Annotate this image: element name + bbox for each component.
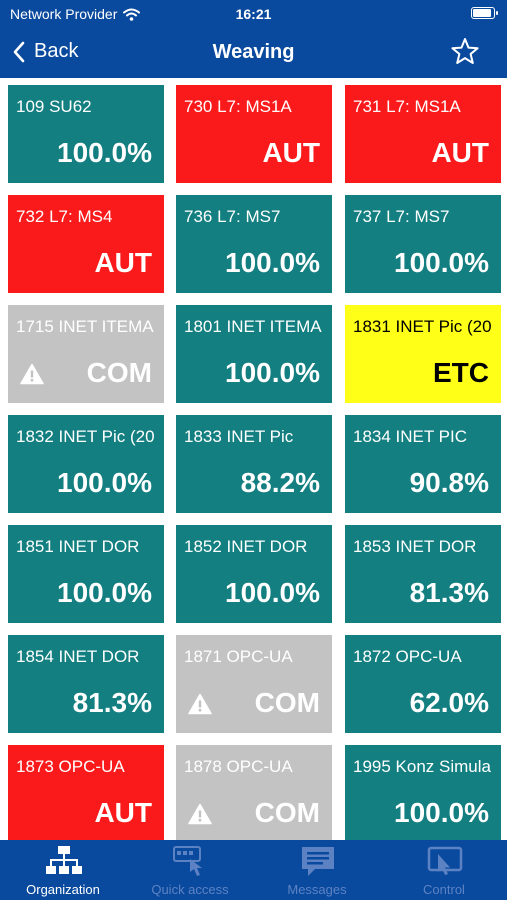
messages-icon (302, 847, 334, 876)
organization-chart-icon (46, 846, 82, 874)
machine-name: 1871 OPC-UA (184, 647, 293, 666)
star-icon[interactable] (449, 36, 481, 68)
machine-value: COM (254, 797, 320, 828)
chevron-left-icon (13, 41, 25, 62)
tab-bar: Organization Quick access Messages Contr… (0, 840, 507, 900)
machine-value: 100.0% (225, 247, 320, 278)
machine-value: 62.0% (409, 687, 489, 718)
tab-control[interactable]: Control (381, 840, 507, 900)
machine-tile[interactable]: 1871 OPC-UA COM (176, 635, 332, 733)
machine-value: 81.3% (409, 577, 489, 608)
machine-name: 1831 INET Pic (20 (353, 317, 492, 336)
back-label: Back (34, 40, 79, 62)
warning-icon (188, 693, 212, 715)
machine-name: 1852 INET DOR (184, 537, 308, 556)
machine-name: 109 SU62 (16, 97, 92, 116)
machine-name: 1878 OPC-UA (184, 757, 293, 776)
tab-label: Messages (287, 882, 347, 897)
machine-tile[interactable]: 1715 INET ITEMA COM (8, 305, 164, 403)
machine-value: COM (254, 687, 320, 718)
quick-access-icon (173, 846, 202, 876)
machine-value: 100.0% (57, 577, 152, 608)
machine-tile[interactable]: 1832 INET Pic (20 100.0% (8, 415, 164, 513)
warning-icon (188, 803, 212, 825)
machine-value: 88.2% (240, 467, 320, 498)
machine-tile[interactable]: 736 L7: MS7 100.0% (176, 195, 332, 293)
machine-tile[interactable]: 737 L7: MS7 100.0% (345, 195, 501, 293)
machine-name: 1872 OPC-UA (353, 647, 462, 666)
battery-level (473, 9, 491, 17)
machine-name: 1834 INET PIC (353, 427, 468, 446)
tab-label: Quick access (151, 882, 229, 897)
machine-value: ETC (433, 357, 489, 388)
machine-value: AUT (94, 247, 152, 278)
battery-icon (471, 7, 498, 19)
tab-label: Control (423, 882, 465, 897)
machine-tile[interactable]: 1831 INET Pic (20 ETC (345, 305, 501, 403)
machine-name: 732 L7: MS4 (16, 207, 113, 226)
machine-tile[interactable]: 1852 INET DOR 100.0% (176, 525, 332, 623)
machine-name: 1854 INET DOR (16, 647, 140, 666)
machine-name: 1873 OPC-UA (16, 757, 125, 776)
machine-tile[interactable]: 1872 OPC-UA 62.0% (345, 635, 501, 733)
machine-tile[interactable]: 1873 OPC-UA AUT (8, 745, 164, 840)
machine-value: 100.0% (57, 137, 152, 168)
machine-tile[interactable]: 1853 INET DOR 81.3% (345, 525, 501, 623)
tab-quick-access[interactable]: Quick access (127, 840, 253, 900)
machine-tile[interactable]: 1833 INET Pic 88.2% (176, 415, 332, 513)
machine-value: 90.8% (409, 467, 489, 498)
machine-name: 1833 INET Pic (184, 427, 294, 446)
machine-name: 1832 INET Pic (20 (16, 427, 155, 446)
nav-bar: Back Weaving (0, 28, 507, 78)
machine-name: 1851 INET DOR (16, 537, 140, 556)
tab-organization[interactable]: Organization (0, 840, 126, 900)
back-button[interactable]: Back (12, 40, 78, 63)
machine-value: 100.0% (225, 357, 320, 388)
machine-tile[interactable]: 730 L7: MS1A AUT (176, 85, 332, 183)
machine-tile[interactable]: 1878 OPC-UA COM (176, 745, 332, 840)
machine-name: 1801 INET ITEMA (184, 317, 322, 336)
machine-value: AUT (431, 137, 489, 168)
machine-name: 731 L7: MS1A (353, 97, 461, 116)
status-time: 16:21 (235, 6, 272, 22)
machine-name: 1715 INET ITEMA (16, 317, 154, 336)
machine-value: 100.0% (57, 467, 152, 498)
tab-label: Organization (26, 882, 100, 897)
machine-value: 81.3% (72, 687, 152, 718)
machine-name: 736 L7: MS7 (184, 207, 281, 226)
machine-name: 737 L7: MS7 (353, 207, 450, 226)
machine-tile[interactable]: 1995 Konz Simula 100.0% (345, 745, 501, 840)
machine-tile[interactable]: 1801 INET ITEMA 100.0% (176, 305, 332, 403)
machine-value: AUT (94, 797, 152, 828)
machine-name: 1995 Konz Simula (353, 757, 491, 776)
machine-tile[interactable]: 731 L7: MS1A AUT (345, 85, 501, 183)
machine-value: COM (86, 357, 152, 388)
machine-value: 100.0% (225, 577, 320, 608)
machine-grid: 109 SU62 100.0% 730 L7: MS1A AUT 731 L7: MS1… (0, 78, 507, 840)
machine-tile[interactable]: 732 L7: MS4 AUT (8, 195, 164, 293)
machine-value: AUT (262, 137, 320, 168)
control-icon (427, 846, 463, 875)
machine-tile[interactable]: 1854 INET DOR 81.3% (8, 635, 164, 733)
machine-tile[interactable]: 109 SU62 100.0% (8, 85, 164, 183)
machine-value: 100.0% (394, 247, 489, 278)
machine-tile[interactable]: 1834 INET PIC 90.8% (345, 415, 501, 513)
machine-value: 100.0% (394, 797, 489, 828)
machine-name: 1853 INET DOR (353, 537, 477, 556)
warning-icon (20, 363, 44, 385)
machine-tile[interactable]: 1851 INET DOR 100.0% (8, 525, 164, 623)
tab-messages[interactable]: Messages (254, 840, 380, 900)
status-bar: Network Provider 16:21 (0, 0, 507, 28)
machine-name: 730 L7: MS1A (184, 97, 292, 116)
